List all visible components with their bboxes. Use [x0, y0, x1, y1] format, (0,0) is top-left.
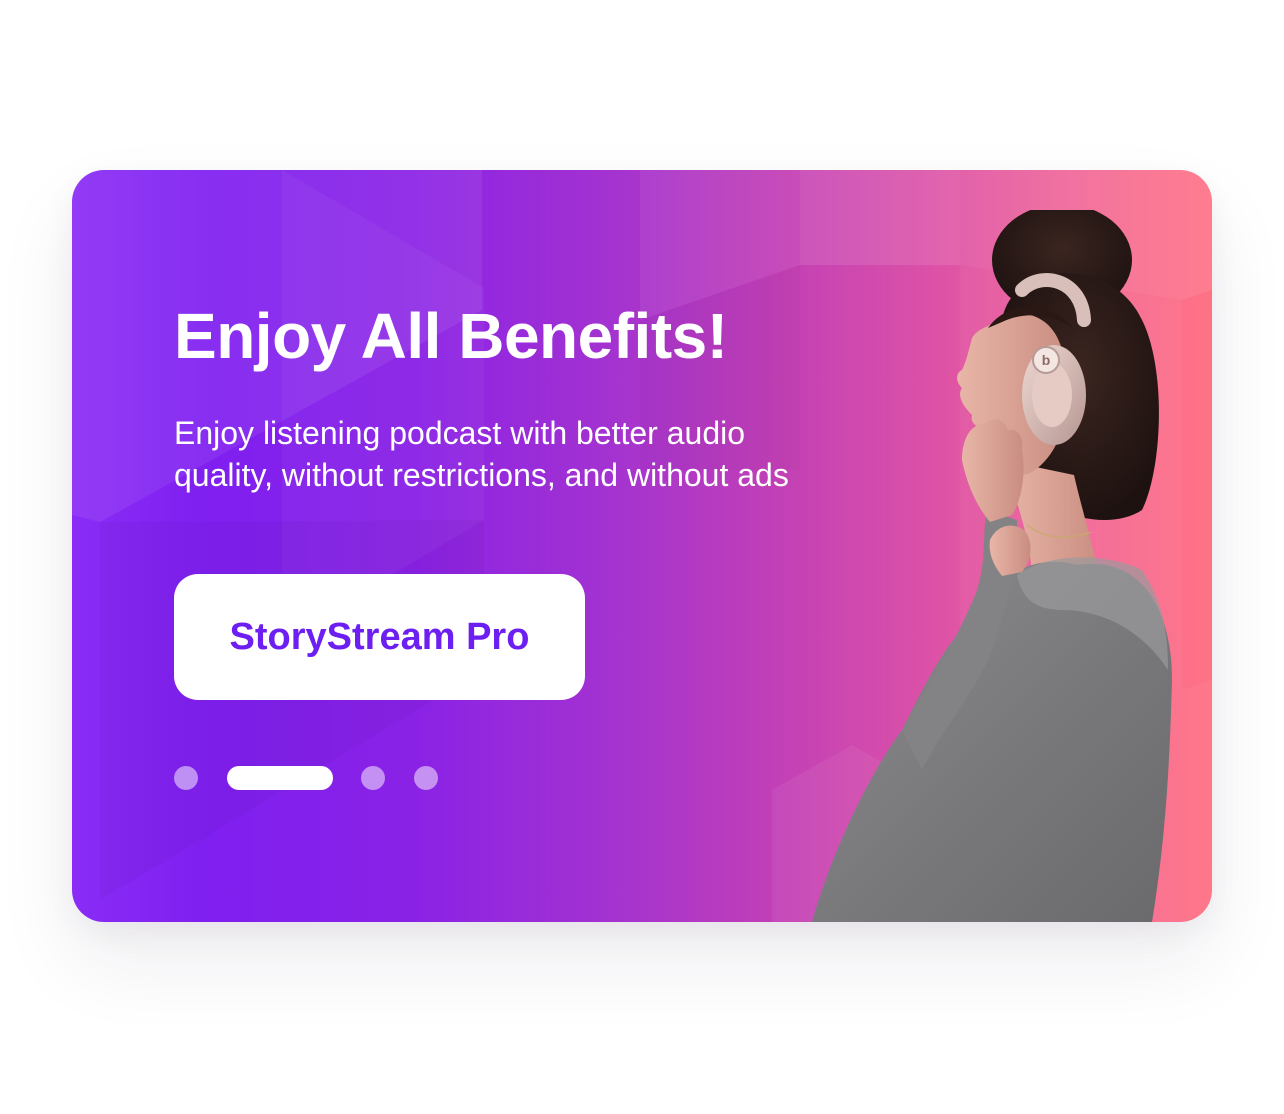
- carousel-dot-2-active[interactable]: [227, 766, 333, 790]
- carousel-dot-1[interactable]: [174, 766, 198, 790]
- storystream-pro-button[interactable]: StoryStream Pro: [174, 574, 585, 700]
- page: Enjoy All Benefits! Enjoy listening podc…: [0, 0, 1284, 1114]
- promo-banner: Enjoy All Benefits! Enjoy listening podc…: [72, 170, 1212, 922]
- carousel-dot-4[interactable]: [414, 766, 438, 790]
- svg-text:b: b: [1042, 352, 1051, 368]
- woman-with-headphones-photo: b: [812, 210, 1172, 922]
- promo-title: Enjoy All Benefits!: [174, 300, 728, 372]
- promo-description: Enjoy listening podcast with better audi…: [174, 415, 789, 493]
- carousel-dot-3[interactable]: [361, 766, 385, 790]
